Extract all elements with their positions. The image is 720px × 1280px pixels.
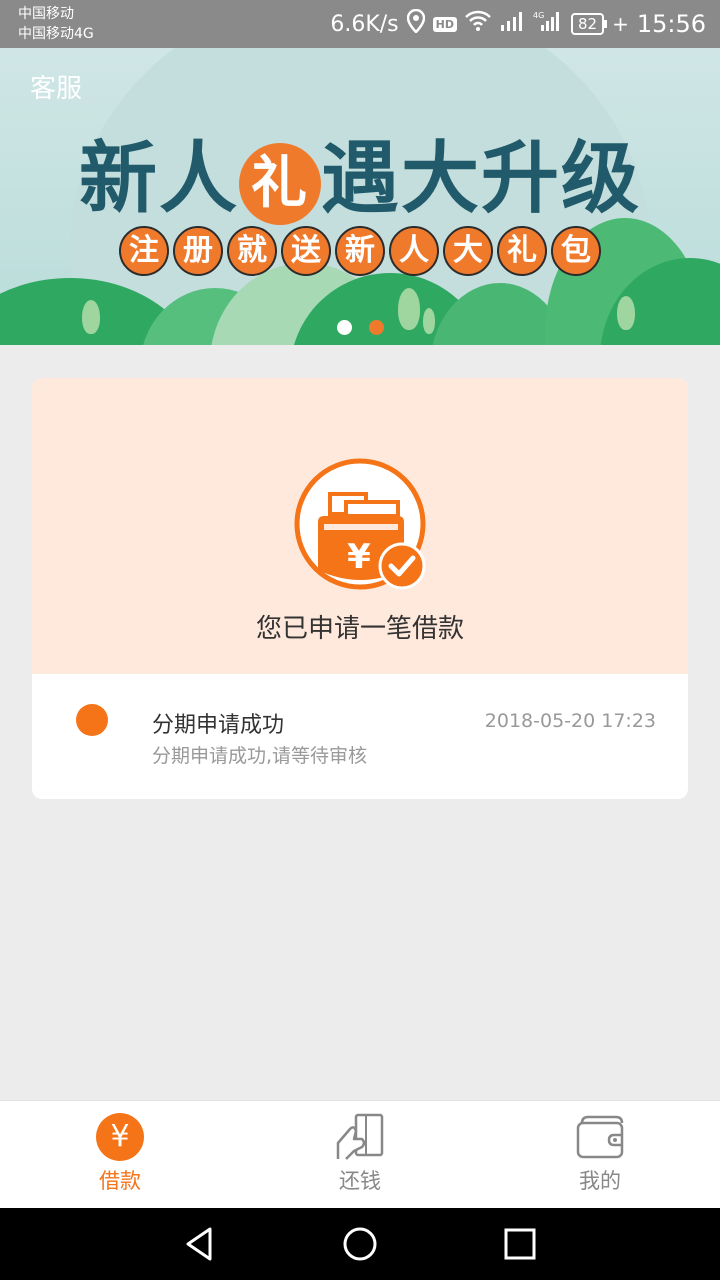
timeline-title: 分期申请成功	[152, 713, 285, 738]
banner-title-highlight: 礼	[239, 142, 321, 225]
charging-icon: +	[612, 12, 629, 36]
carrier-2: 中国移动4G	[18, 26, 94, 42]
hd-icon: HD	[432, 16, 457, 32]
timeline-time: 2018-05-20 17:23	[484, 710, 656, 732]
loan-status-header: ¥ 您已申请一笔借款	[32, 378, 688, 674]
nav-item-mine[interactable]: 我的	[480, 1101, 720, 1209]
nav-label-repay: 还钱	[339, 1169, 381, 1193]
carousel-dot[interactable]	[368, 320, 384, 335]
nav-item-repay[interactable]: 还钱	[240, 1101, 480, 1209]
hand-card-icon	[336, 1113, 384, 1161]
loan-status-title: 您已申请一笔借款	[255, 614, 464, 644]
banner-title-after: 遇大升级	[321, 134, 642, 224]
customer-service-link[interactable]: 客服	[30, 68, 82, 105]
carousel-dot[interactable]	[336, 320, 352, 335]
location-icon	[406, 8, 425, 39]
promo-banner[interactable]: 客服 新人礼遇大升级 注 册 就 送 新 人 大 礼 包	[0, 48, 720, 345]
carrier-1: 中国移动	[18, 6, 74, 22]
status-bar: 中国移动 中国移动4G 6.6K/s HD 4G 82 + 15:56	[0, 0, 720, 48]
status-icons: 6.6K/s HD 4G 82 + 15:56	[330, 0, 706, 48]
timeline-dot	[76, 704, 108, 736]
back-icon[interactable]	[182, 1226, 218, 1262]
banner-chip: 包	[551, 226, 601, 276]
nav-label-borrow: 借款	[99, 1169, 141, 1193]
nav-label-mine: 我的	[579, 1169, 621, 1193]
signal-4g-icon: 4G	[533, 10, 563, 38]
yen-circle-icon: ¥	[96, 1113, 144, 1161]
banner-chips: 注 册 就 送 新 人 大 礼 包	[0, 226, 720, 276]
signal-icon	[499, 10, 525, 38]
svg-text:4G: 4G	[533, 11, 544, 20]
banner-chip: 人	[389, 226, 439, 276]
system-nav-bar	[0, 1208, 720, 1280]
banner-chip: 大	[443, 226, 493, 276]
banner-chip: 注	[119, 226, 169, 276]
battery-icon: 82	[570, 13, 608, 35]
recents-icon[interactable]	[502, 1226, 538, 1262]
carousel-indicator	[0, 320, 720, 335]
wallet-yen-check-icon: ¥	[294, 458, 426, 590]
loan-status-card: ¥ 您已申请一笔借款 分期申请成功 分期申请成功,请等待审核 2018-05-2…	[32, 378, 688, 799]
banner-title: 新人礼遇大升级	[0, 116, 720, 228]
banner-chip: 册	[173, 226, 223, 276]
banner-title-before: 新人	[78, 134, 239, 224]
clock: 15:56	[636, 10, 706, 38]
wallet-icon	[576, 1113, 624, 1161]
svg-text:¥: ¥	[347, 537, 371, 577]
banner-chip: 就	[227, 226, 277, 276]
banner-chip: 送	[281, 226, 331, 276]
timeline-subtitle: 分期申请成功,请等待审核	[152, 745, 368, 767]
wifi-icon	[465, 10, 491, 38]
bottom-nav: ¥ 借款 还钱 我的	[0, 1100, 720, 1208]
nav-item-borrow[interactable]: ¥ 借款	[0, 1101, 240, 1209]
home-icon[interactable]	[342, 1226, 378, 1262]
timeline-item: 分期申请成功 分期申请成功,请等待审核 2018-05-20 17:23	[32, 674, 688, 799]
network-speed: 6.6K/s	[330, 11, 399, 37]
banner-chip: 新	[335, 226, 385, 276]
banner-chip: 礼	[497, 226, 547, 276]
